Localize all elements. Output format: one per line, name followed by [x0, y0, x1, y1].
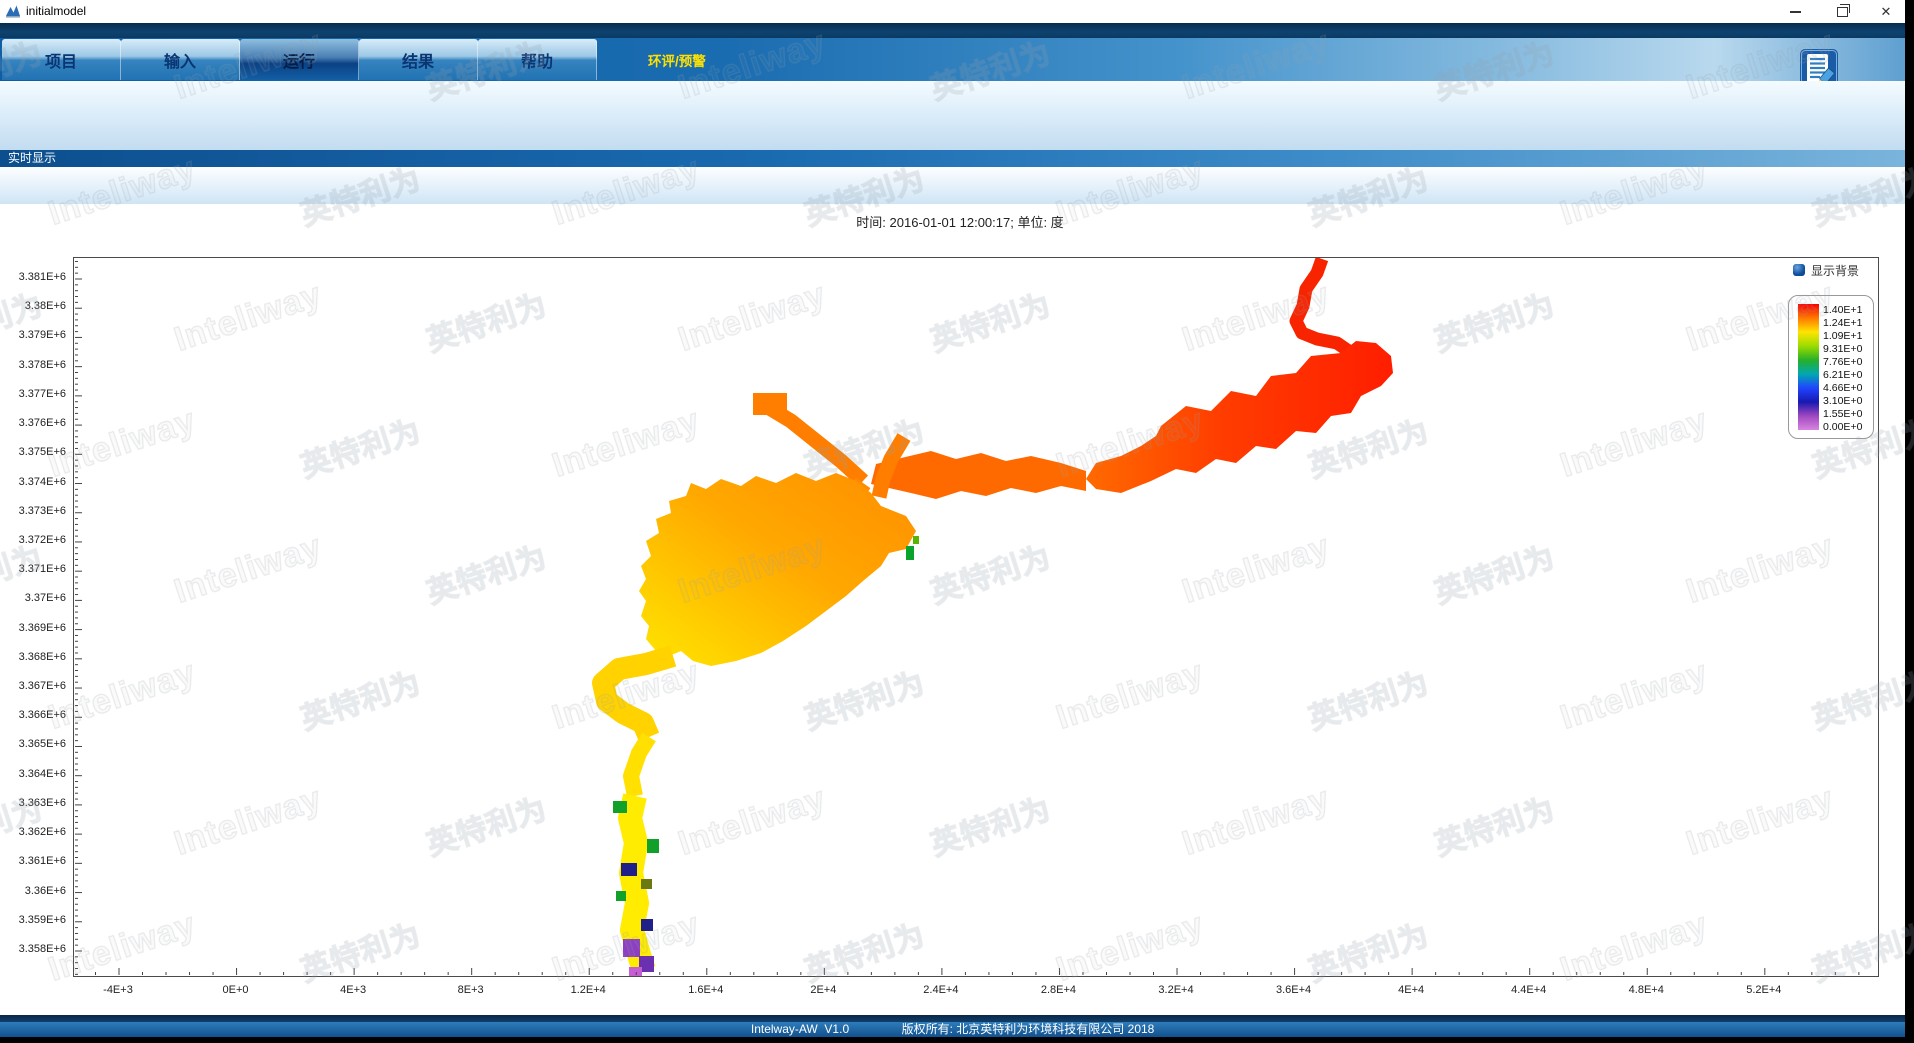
y-axis-label: 3.376E+6 — [2, 417, 66, 429]
menu-tab-2[interactable]: 输入 — [121, 39, 240, 80]
legend-value: 1.24E+1 — [1823, 317, 1871, 329]
y-axis-label: 3.38E+6 — [2, 300, 66, 312]
legend-value: 3.10E+0 — [1823, 395, 1871, 407]
realtime-header: 实时显示 — [0, 150, 1905, 167]
x-axis-label: 4.8E+4 — [1599, 984, 1693, 996]
y-axis-label: 3.37E+6 — [2, 592, 66, 604]
legend-value: 9.31E+0 — [1823, 343, 1871, 355]
y-axis-label: 3.378E+6 — [2, 359, 66, 371]
y-axis-label: 3.36E+6 — [2, 885, 66, 897]
legend-value: 1.55E+0 — [1823, 408, 1871, 420]
menu-tab-5[interactable]: 帮助 — [478, 39, 597, 80]
status-version: Intelway-AW V1.0 — [735, 1022, 865, 1037]
minimize-button[interactable] — [1773, 0, 1818, 23]
legend-value: 1.09E+1 — [1823, 330, 1871, 342]
plot-frame — [73, 257, 1879, 977]
run-toolbar: 运行模型 已运行 0%。 暂停运行 终止运行 错误信息 — [0, 81, 1905, 150]
x-axis-label: 5.2E+4 — [1717, 984, 1811, 996]
legend-value: 7.76E+0 — [1823, 356, 1871, 368]
y-axis-label: 3.372E+6 — [2, 534, 66, 546]
minimize-icon — [1790, 11, 1801, 13]
menu-tab-4[interactable]: 结果 — [359, 39, 478, 80]
chart-area: 时间: 2016-01-01 12:00:17; 单位: 度 — [0, 204, 1905, 1015]
x-axis-label: -4E+3 — [71, 984, 165, 996]
x-axis-label: 2.8E+4 — [1011, 984, 1105, 996]
y-axis-label: 3.366E+6 — [2, 709, 66, 721]
background-toggle-icon — [1793, 264, 1805, 276]
statusbar: Intelway-AW V1.0 版权所有: 北京英特利为环境科技有限公司 20… — [0, 1022, 1905, 1037]
y-axis-label: 3.367E+6 — [2, 680, 66, 692]
menu-tab-bar: 项目输入运行结果帮助 环评/预警 — [0, 38, 1905, 81]
y-axis-label: 3.361E+6 — [2, 855, 66, 867]
menu-tab-1[interactable]: 项目 — [2, 39, 121, 80]
y-axis-label: 3.359E+6 — [2, 914, 66, 926]
x-axis-label: 2E+4 — [776, 984, 870, 996]
status-copyright: 版权所有: 北京英特利为环境科技有限公司 2018 — [878, 1022, 1178, 1037]
y-axis-label: 3.377E+6 — [2, 388, 66, 400]
legend-value: 6.21E+0 — [1823, 369, 1871, 381]
color-legend: 1.40E+11.24E+11.09E+19.31E+07.76E+06.21E… — [1788, 295, 1874, 439]
y-axis-label: 3.379E+6 — [2, 329, 66, 341]
legend-value: 0.00E+0 — [1823, 421, 1871, 433]
application-window: initialmodel ✕ 项目输入运行结果帮助 环评/预警 — [0, 0, 1914, 1043]
y-axis-label: 3.363E+6 — [2, 797, 66, 809]
restore-icon — [1837, 7, 1848, 17]
close-button[interactable]: ✕ — [1867, 0, 1905, 23]
axis-ticks — [74, 258, 1878, 976]
x-axis-label: 1.2E+4 — [541, 984, 635, 996]
tab-env-warning[interactable]: 环评/预警 — [648, 50, 706, 70]
realtime-controls: ✓ 关闭图形显示 指标 水温 水层 1 输出间隔(小时) 自定义图谱 显示网格 … — [0, 167, 1905, 204]
x-axis-label: 0E+0 — [189, 984, 283, 996]
x-axis-label: 3.2E+4 — [1129, 984, 1223, 996]
show-background-toggle[interactable]: 显示背景 — [1793, 263, 1859, 277]
y-axis-label: 3.381E+6 — [2, 271, 66, 283]
x-axis-label: 4E+3 — [306, 984, 400, 996]
legend-value: 1.40E+1 — [1823, 304, 1871, 316]
y-axis-label: 3.374E+6 — [2, 476, 66, 488]
color-scale-bar — [1798, 304, 1819, 430]
show-background-label: 显示背景 — [1811, 262, 1859, 279]
x-axis-label: 4E+4 — [1364, 984, 1458, 996]
header-band — [0, 23, 1905, 38]
x-axis-label: 1.6E+4 — [659, 984, 753, 996]
y-axis-label: 3.362E+6 — [2, 826, 66, 838]
y-axis-label: 3.375E+6 — [2, 446, 66, 458]
time-caption: 时间: 2016-01-01 12:00:17; 单位: 度 — [760, 212, 1160, 231]
y-axis-label: 3.368E+6 — [2, 651, 66, 663]
menu-tab-3[interactable]: 运行 — [240, 39, 359, 80]
y-axis-label: 3.365E+6 — [2, 738, 66, 750]
y-axis-label: 3.364E+6 — [2, 768, 66, 780]
app-body: 项目输入运行结果帮助 环评/预警 运行模型 — [0, 23, 1905, 1037]
app-icon — [5, 3, 21, 19]
y-axis-label: 3.373E+6 — [2, 505, 66, 517]
y-axis-label: 3.358E+6 — [2, 943, 66, 955]
titlebar: initialmodel ✕ — [0, 0, 1905, 23]
x-axis-label: 2.4E+4 — [894, 984, 988, 996]
x-axis-label: 4.4E+4 — [1482, 984, 1576, 996]
x-axis-label: 3.6E+4 — [1247, 984, 1341, 996]
x-axis-label: 8E+3 — [424, 984, 518, 996]
close-icon: ✕ — [1881, 5, 1892, 18]
y-axis-label: 3.369E+6 — [2, 622, 66, 634]
restore-button[interactable] — [1820, 0, 1865, 23]
legend-value: 4.66E+0 — [1823, 382, 1871, 394]
window-title: initialmodel — [26, 4, 86, 18]
status-separator — [0, 1015, 1905, 1022]
y-axis-label: 3.371E+6 — [2, 563, 66, 575]
